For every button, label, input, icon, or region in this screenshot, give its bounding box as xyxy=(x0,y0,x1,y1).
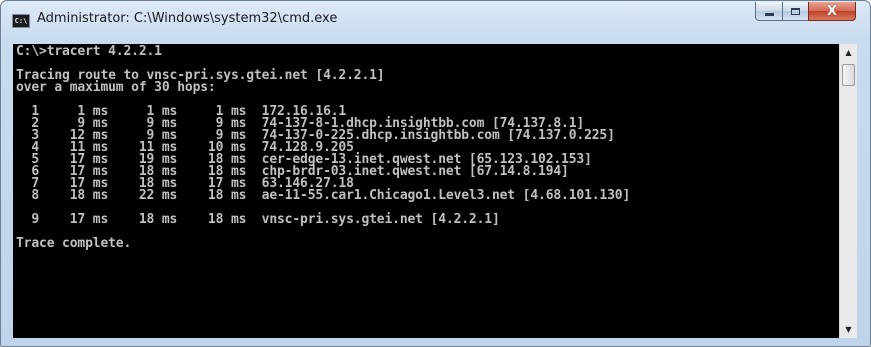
cmd-window: C:\ Administrator: C:\Windows\system32\c… xyxy=(0,0,871,347)
console-line: 8 18 ms 22 ms 18 ms ae-11-55.car1.Chicag… xyxy=(16,188,631,203)
minimize-icon xyxy=(764,12,774,16)
scroll-up-button[interactable]: ▲ xyxy=(840,44,857,61)
vertical-scrollbar[interactable]: ▲ ▼ xyxy=(839,44,857,338)
maximize-button[interactable] xyxy=(782,2,809,21)
scrollbar-thumb[interactable] xyxy=(842,64,855,86)
close-icon: X xyxy=(826,3,838,19)
console-line: C:\>tracert 4.2.2.1 xyxy=(16,44,162,59)
console-line: 9 17 ms 18 ms 18 ms vnsc-pri.sys.gtei.ne… xyxy=(16,212,500,227)
console-line: over a maximum of 30 hops: xyxy=(16,80,216,95)
maximize-icon xyxy=(791,7,800,15)
console-text: C:\>tracert 4.2.2.1 Tracing route to vnsc… xyxy=(16,44,631,251)
scroll-down-button[interactable]: ▼ xyxy=(840,321,857,338)
window-title: Administrator: C:\Windows\system32\cmd.e… xyxy=(37,11,338,26)
console-line: Trace complete. xyxy=(16,236,132,251)
console-output[interactable]: C:\>tracert 4.2.2.1 Tracing route to vnsc… xyxy=(13,44,839,338)
minimize-button[interactable] xyxy=(755,2,783,21)
cmd-app-icon[interactable]: C:\ xyxy=(12,14,30,28)
title-bar[interactable]: C:\ Administrator: C:\Windows\system32\c… xyxy=(1,1,870,43)
close-button[interactable]: X xyxy=(808,2,856,21)
up-arrow-icon: ▲ xyxy=(845,47,852,57)
down-arrow-icon: ▼ xyxy=(845,324,852,334)
